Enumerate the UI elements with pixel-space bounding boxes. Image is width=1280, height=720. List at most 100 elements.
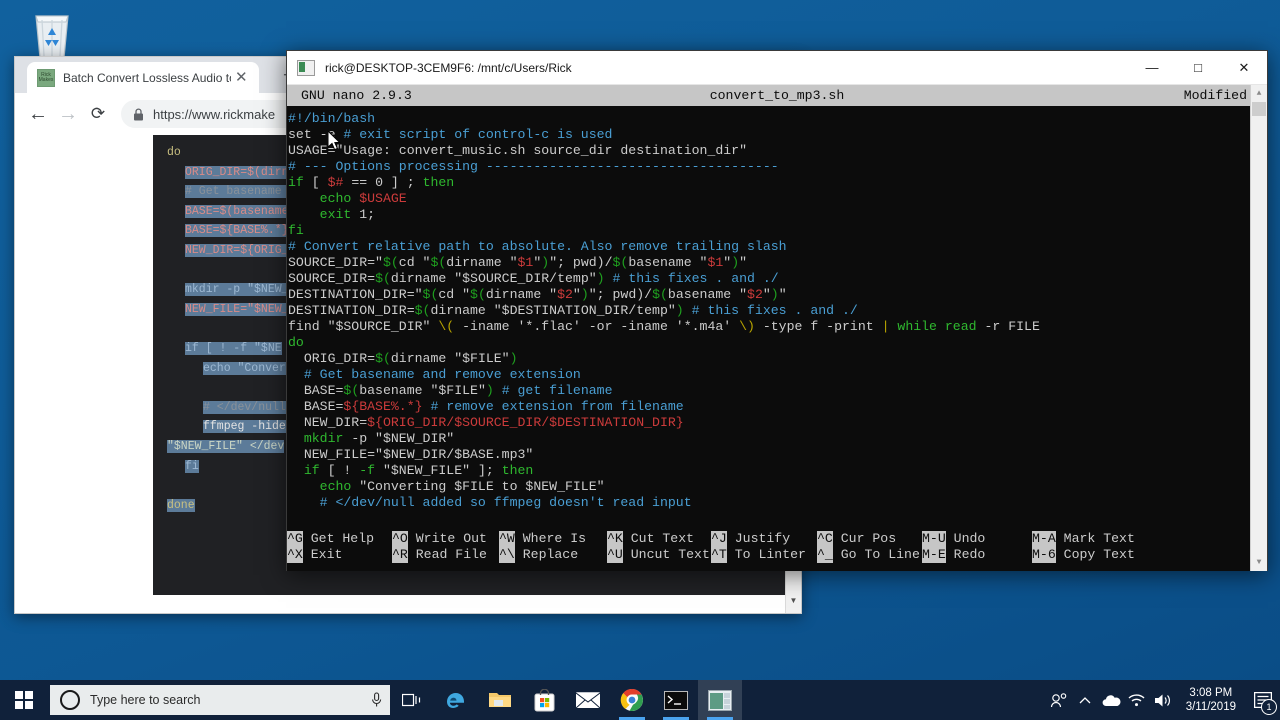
nano-shortcut[interactable]: M-6 Copy Text [1032,547,1135,563]
nano-shortcut-key: ^G [287,531,303,547]
nano-shortcut[interactable]: ^X Exit [287,547,342,563]
nano-shortcut-help: ^G Get Help ^O Write Out ^W Where Is ^K Cut… [287,531,1251,571]
taskbar-app-command-prompt[interactable] [654,680,698,720]
start-button[interactable] [0,680,48,720]
nano-help-row: ^X Exit ^R Read File ^\ Replace ^U Uncut Te… [287,547,1251,563]
nano-shortcut-key: ^C [817,531,833,547]
nano-shortcut-label: Cur Pos [832,531,897,546]
nano-filename-label: convert_to_mp3.sh [709,88,845,103]
taskbar-app-mail[interactable] [566,680,610,720]
nano-text-line: ORIG_DIR=$(dirname "$FILE") [288,351,518,366]
nano-shortcut-label: Uncut Text [622,547,710,562]
terminal-icon [297,59,315,76]
terminal-title-bar[interactable]: rick@DESKTOP-3CEM9F6: /mnt/c/Users/Rick … [287,51,1267,85]
taskbar-clock[interactable]: 3:08 PM 3/11/2019 [1176,686,1246,714]
nano-text-line: # Convert relative path to absolute. Als… [288,239,787,254]
nano-text-line: # </dev/null added so ffmpeg doesn't rea… [288,495,692,510]
ubuntu-terminal-window[interactable]: rick@DESKTOP-3CEM9F6: /mnt/c/Users/Rick … [286,50,1268,571]
taskbar-app-ubuntu-terminal[interactable] [698,680,742,720]
nano-shortcut[interactable]: ^_ Go To Line [817,547,920,563]
nano-shortcut-key: M-U [922,531,946,547]
terminal-window-title: rick@DESKTOP-3CEM9F6: /mnt/c/Users/Rick [325,60,572,75]
nano-shortcut[interactable]: ^G Get Help [287,531,374,547]
terminal-body[interactable]: GNU nano 2.9.3 convert_to_mp3.sh Modifie… [287,85,1267,571]
nano-shortcut[interactable]: M-A Mark Text [1032,531,1135,547]
nano-editor-text[interactable]: #!/bin/bash set -e # exit script of contr… [287,111,1251,523]
windows-taskbar: Type here to search 3:08 PM 3/11/2019 1 [0,680,1280,720]
nano-text-line: DESTINATION_DIR=$(dirname "$DESTINATION_… [288,303,858,318]
address-bar-url: https://www.rickmake [153,106,276,122]
action-center-button[interactable]: 1 [1246,680,1280,720]
nano-text-line: mkdir -p "$NEW_DIR" [303,431,455,446]
windows-logo-icon [15,691,33,709]
taskbar-search-box[interactable]: Type here to search [50,685,390,715]
nano-title-bar: GNU nano 2.9.3 convert_to_mp3.sh Modifie… [287,85,1267,106]
taskbar-app-microsoft-store[interactable] [522,680,566,720]
nano-shortcut[interactable]: ^\ Replace [499,547,578,563]
nano-shortcut-label: Copy Text [1055,547,1135,562]
maximize-button[interactable]: □ [1175,51,1221,84]
nano-shortcut[interactable]: ^C Cur Pos [817,531,896,547]
notification-count-badge: 1 [1261,699,1277,715]
nano-shortcut-key: M-E [922,547,946,563]
command-prompt-icon [664,690,688,710]
tab-favicon-icon: Rick Makes [37,68,55,87]
file-explorer-icon [489,693,511,707]
nano-shortcut-label: Go To Line [832,547,920,562]
nano-text-line: fi [288,223,304,238]
nano-shortcut[interactable]: ^R Read File [392,547,487,563]
nano-shortcut-key: ^X [287,547,303,563]
nano-modified-status: Modified [1183,88,1247,103]
volume-icon[interactable] [1150,680,1176,720]
task-view-button[interactable] [390,680,434,720]
nano-text-line: BASE=${BASE%.*} # remove extension from … [288,399,684,414]
clock-time: 3:08 PM [1189,687,1233,699]
nano-shortcut[interactable]: ^W Where Is [499,531,586,547]
recycle-bin-icon [35,15,69,59]
show-hidden-icons-chevron[interactable] [1072,680,1098,720]
cortana-circle-icon [60,690,80,710]
nano-text-line: do [288,335,304,350]
people-icon[interactable] [1046,680,1072,720]
nano-shortcut-key: M-6 [1032,547,1056,563]
nano-shortcut[interactable]: ^U Uncut Text [607,547,710,563]
nano-shortcut-key: ^W [499,531,515,547]
nano-shortcut[interactable]: M-U Undo [922,531,985,547]
nano-shortcut-label: Undo [945,531,986,546]
network-wifi-icon[interactable] [1124,680,1150,720]
system-tray: 3:08 PM 3/11/2019 1 [1046,680,1280,720]
close-button[interactable]: ✕ [1221,51,1267,84]
onedrive-icon[interactable] [1098,680,1124,720]
arrow-left-icon[interactable]: ← [23,99,53,129]
nano-text-line: set -e # exit script of control-c is use… [288,127,613,142]
nano-text-line: if [ $# == 0 ] ; then [288,175,455,190]
nano-text-line: echo "Converting $FILE to $NEW_FILE" [319,479,605,494]
nano-shortcut[interactable]: M-E Redo [922,547,985,563]
taskbar-app-file-explorer[interactable] [478,680,522,720]
reload-icon[interactable]: ⟳ [83,99,113,129]
nano-shortcut[interactable]: ^T To Linter [711,547,806,563]
minimize-button[interactable]: — [1129,51,1175,84]
nano-text-line: if [ ! -f "$NEW_FILE" ]; then [303,463,534,478]
chevron-down-icon[interactable]: ▼ [1251,554,1267,571]
browser-tab[interactable]: Rick Makes Batch Convert Lossless Audio … [27,62,259,93]
triangle-down-icon[interactable]: ▼ [786,597,801,605]
terminal-vertical-scrollbar[interactable]: ▲ ▼ [1250,85,1267,571]
nano-shortcut-label: Mark Text [1055,531,1135,546]
nano-text-line: SOURCE_DIR="$(cd "$(dirname "$1")"; pwd)… [288,255,748,270]
terminal-scrollbar-thumb[interactable] [1252,102,1266,116]
arrow-right-icon[interactable]: → [53,99,83,129]
tab-close-icon[interactable]: ✕ [231,70,252,85]
chevron-up-icon[interactable]: ▲ [1251,85,1267,102]
nano-shortcut-label: Cut Text [622,531,695,546]
microphone-icon[interactable] [371,692,382,708]
taskbar-app-chrome[interactable] [610,680,654,720]
nano-shortcut[interactable]: ^K Cut Text [607,531,694,547]
nano-shortcut-key: ^U [607,547,623,563]
nano-text-line: # --- Options processing ---------------… [288,159,779,174]
nano-shortcut[interactable]: ^J Justify [711,531,790,547]
nano-shortcut-label: Replace [514,547,579,562]
nano-shortcut[interactable]: ^O Write Out [392,531,487,547]
taskbar-app-edge[interactable] [434,680,478,720]
nano-shortcut-label: Write Out [407,531,487,546]
